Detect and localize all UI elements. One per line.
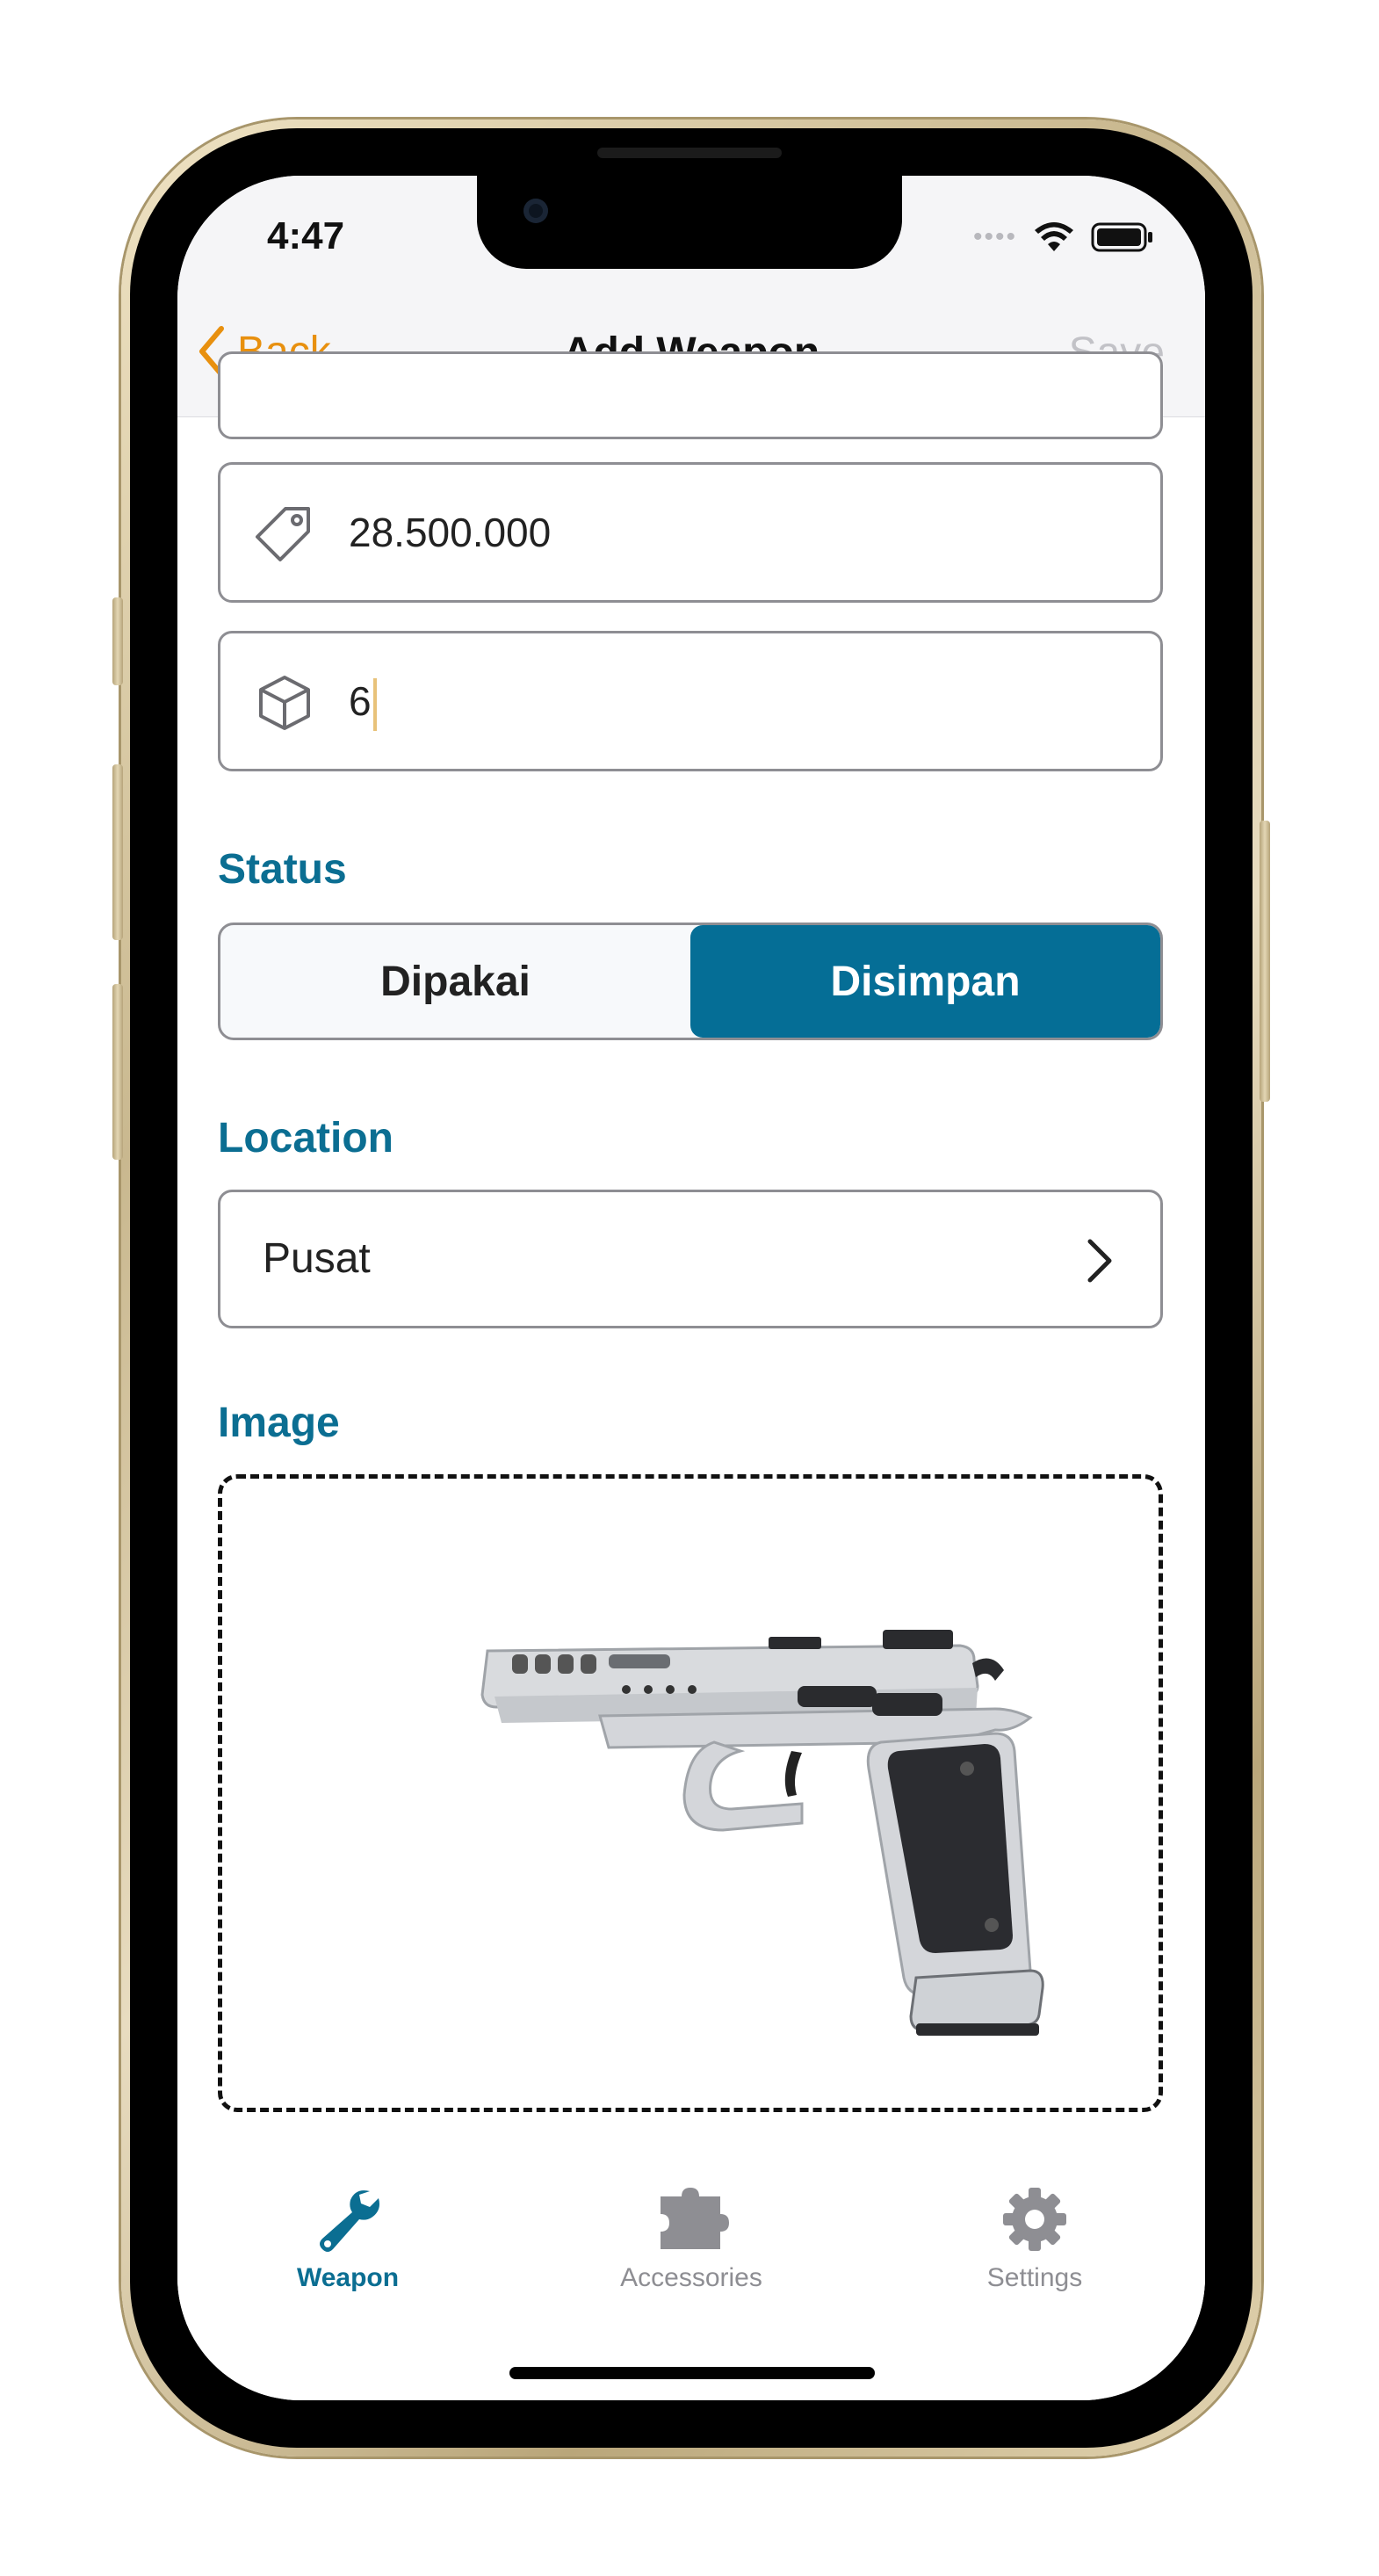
puzzle-icon xyxy=(661,2188,729,2249)
cellular-signal-icon: •••• xyxy=(972,222,1017,251)
quantity-input[interactable]: 6 xyxy=(349,677,377,731)
tab-settings-label: Settings xyxy=(986,2263,1083,2292)
chevron-right-icon xyxy=(1087,1239,1112,1283)
tab-weapon[interactable]: Weapon xyxy=(234,2184,462,2293)
price-value: 28.500.000 xyxy=(349,510,552,555)
front-camera xyxy=(523,199,548,223)
text-cursor xyxy=(372,677,377,731)
price-field[interactable]: 28.500.000 xyxy=(218,462,1163,603)
pistol-photo xyxy=(480,1630,1044,2036)
screen: 4:47 •••• Back Add Weapon Save xyxy=(177,176,1205,2400)
volume-down-button xyxy=(112,984,123,1160)
gear-icon xyxy=(1003,2188,1066,2251)
tab-accessories-label: Accessories xyxy=(620,2263,762,2292)
notch xyxy=(477,176,902,269)
status-icons: •••• xyxy=(973,221,1154,253)
speaker-grille xyxy=(597,148,782,158)
box-icon xyxy=(259,676,310,730)
status-option-disimpan[interactable]: Disimpan xyxy=(690,925,1160,1038)
previous-field[interactable] xyxy=(218,351,1163,439)
tab-bar: Weapon Accessories Settings xyxy=(177,2140,1205,2400)
location-picker[interactable]: Pusat xyxy=(218,1190,1163,1328)
home-indicator[interactable] xyxy=(509,2367,875,2379)
quantity-value: 6 xyxy=(349,678,372,724)
quantity-field[interactable]: 6 xyxy=(218,631,1163,771)
status-label: Status xyxy=(218,846,347,893)
location-value: Pusat xyxy=(263,1235,371,1282)
tab-accessories[interactable]: Accessories xyxy=(577,2184,805,2293)
power-button xyxy=(1260,821,1270,1102)
tab-settings[interactable]: Settings xyxy=(921,2184,1149,2293)
location-label: Location xyxy=(218,1115,393,1161)
tab-weapon-label: Weapon xyxy=(296,2263,400,2292)
tag-icon xyxy=(256,507,310,561)
image-picker[interactable] xyxy=(218,1474,1163,2112)
status-time: 4:47 xyxy=(267,214,345,257)
status-option-dipakai[interactable]: Dipakai xyxy=(220,925,690,1038)
mute-switch xyxy=(112,597,123,685)
image-label: Image xyxy=(218,1400,340,1446)
battery-icon xyxy=(1091,222,1152,252)
volume-up-button xyxy=(112,764,123,940)
wrench-icon xyxy=(320,2190,379,2252)
status-segmented-control[interactable]: Dipakai Disimpan xyxy=(218,923,1163,1040)
wifi-icon xyxy=(1035,222,1073,251)
